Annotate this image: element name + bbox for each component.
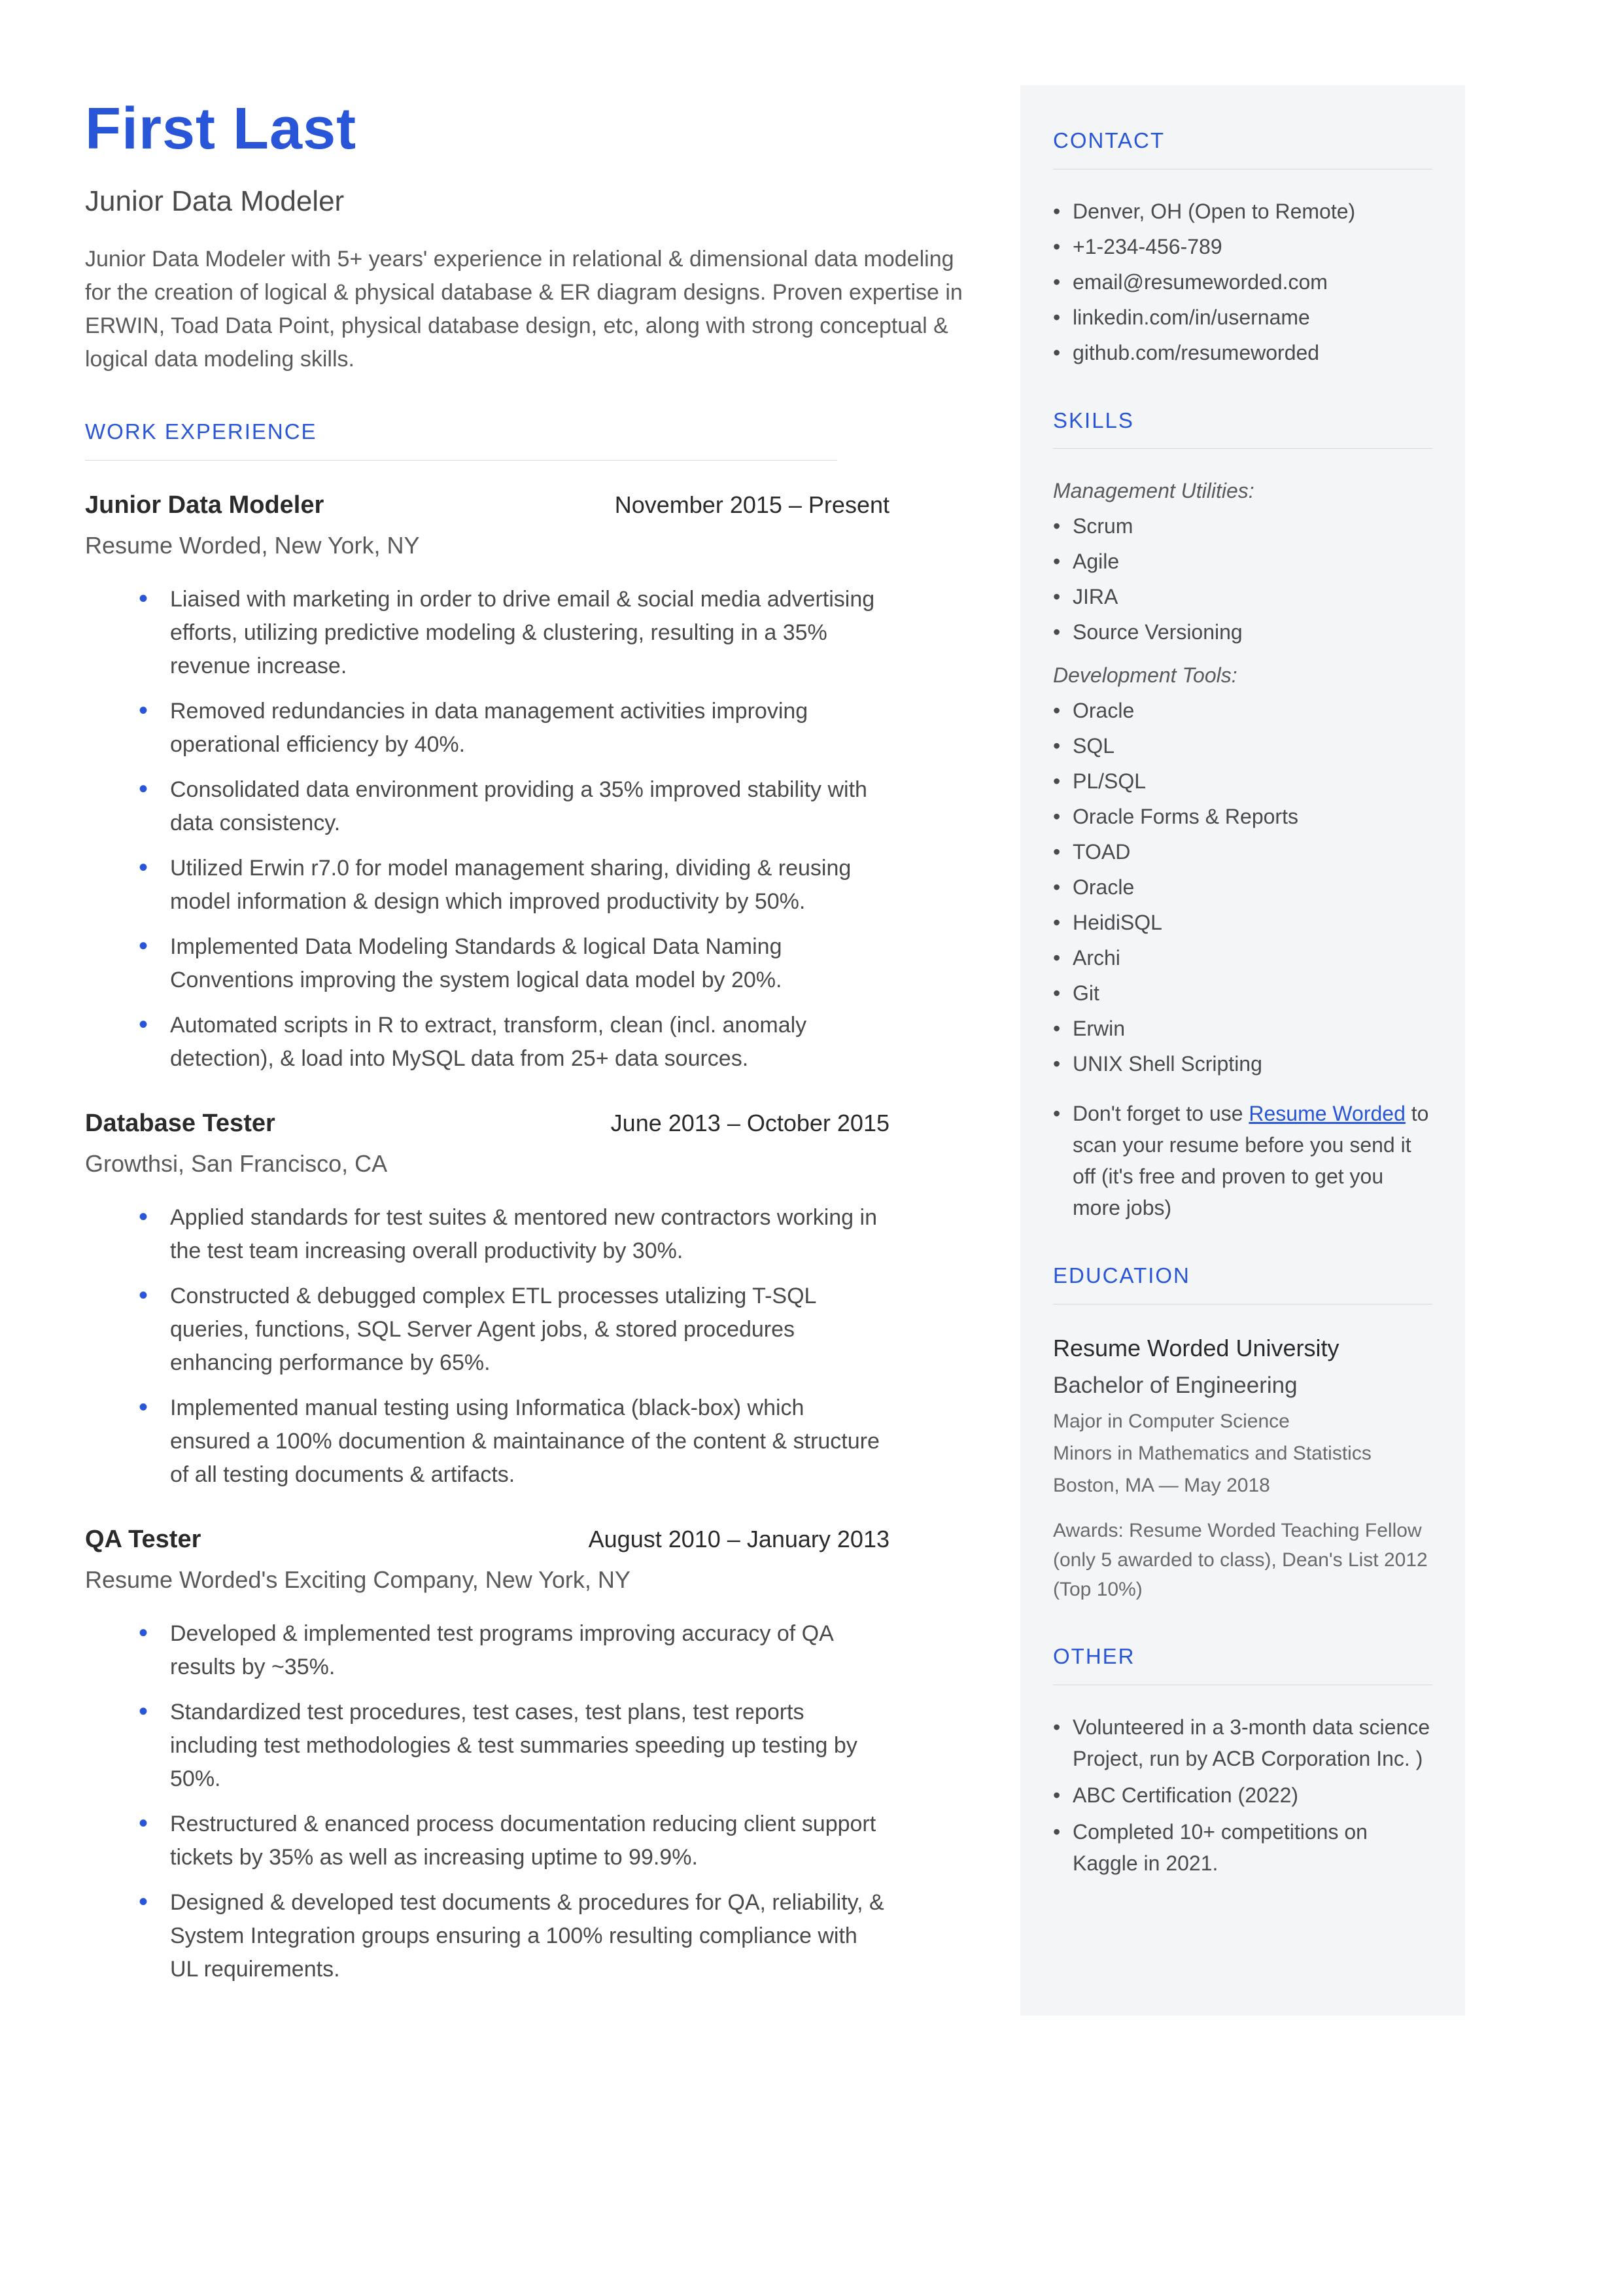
edu-minors: Minors in Mathematics and Statistics <box>1053 1439 1432 1468</box>
jobs-container: Junior Data Modeler November 2015 – Prese… <box>85 487 968 1986</box>
education-block: EDUCATION Resume Worded University Bache… <box>1053 1259 1432 1604</box>
contact-list: Denver, OH (Open to Remote) +1-234-456-78… <box>1053 196 1432 368</box>
job-bullet: Removed redundancies in data management … <box>170 695 890 762</box>
contact-item: github.com/resumeworded <box>1053 337 1432 368</box>
job-entry: Junior Data Modeler November 2015 – Prese… <box>85 487 968 1076</box>
contact-item: Denver, OH (Open to Remote) <box>1053 196 1432 227</box>
job-date: November 2015 – Present <box>615 487 890 523</box>
work-experience-heading: WORK EXPERIENCE <box>85 415 968 448</box>
other-item: Completed 10+ competitions on Kaggle in … <box>1053 1816 1432 1879</box>
sidebar-column: CONTACT Denver, OH (Open to Remote) +1-23… <box>1020 85 1465 2016</box>
job-company: Resume Worded's Exciting Company, New Yo… <box>85 1562 968 1598</box>
note-pre: Don't forget to use <box>1073 1102 1249 1125</box>
other-item: ABC Certification (2022) <box>1053 1779 1432 1811</box>
skill-item: PL/SQL <box>1053 765 1432 797</box>
skill-item: Oracle Forms & Reports <box>1053 801 1432 832</box>
skills-group2-list: Oracle SQLPL/SQL Oracle Forms & Reports TOA… <box>1053 695 1432 1079</box>
skills-group1-list: Scrum Agile JIRA Source Versioning <box>1053 510 1432 648</box>
skill-item: JIRA <box>1053 581 1432 612</box>
education-heading: EDUCATION <box>1053 1259 1432 1292</box>
contact-item: email@resumeworded.com <box>1053 266 1432 298</box>
other-block: OTHER Volunteered in a 3-month data scie… <box>1053 1640 1432 1879</box>
job-bullet: Consolidated data environment providing … <box>170 773 890 840</box>
other-list: Volunteered in a 3-month data science Pr… <box>1053 1711 1432 1879</box>
edu-location: Boston, MA — May 2018 <box>1053 1471 1432 1500</box>
divider <box>85 460 837 461</box>
job-title: Junior Data Modeler <box>85 487 324 524</box>
skills-group1-label: Management Utilities: <box>1053 475 1432 506</box>
job-bullets: Liaised with marketing in order to drive… <box>85 583 890 1076</box>
skill-item: Git <box>1053 977 1432 1009</box>
edu-degree: Bachelor of Engineering <box>1053 1369 1432 1403</box>
skill-item: Archi <box>1053 942 1432 973</box>
skills-block: SKILLS Management Utilities: Scrum Agile J… <box>1053 404 1432 1224</box>
skill-item: Oracle <box>1053 695 1432 726</box>
job-company: Growthsi, San Francisco, CA <box>85 1146 968 1182</box>
job-bullets: Developed & implemented test programs im… <box>85 1617 890 1986</box>
other-heading: OTHER <box>1053 1640 1432 1673</box>
skills-group2-label: Development Tools: <box>1053 659 1432 691</box>
contact-item: linkedin.com/in/username <box>1053 302 1432 333</box>
job-title: QA Tester <box>85 1521 201 1558</box>
edu-awards: Awards: Resume Worded Teaching Fellow (o… <box>1053 1516 1432 1604</box>
job-header: Junior Data Modeler November 2015 – Prese… <box>85 487 890 524</box>
job-bullet: Automated scripts in R to extract, trans… <box>170 1009 890 1076</box>
job-header: QA Tester August 2010 – January 2013 <box>85 1521 890 1558</box>
divider <box>1053 448 1432 449</box>
candidate-title: Junior Data Modeler <box>85 180 968 223</box>
contact-block: CONTACT Denver, OH (Open to Remote) +1-23… <box>1053 124 1432 368</box>
skill-item: Source Versioning <box>1053 616 1432 648</box>
skill-item: Scrum <box>1053 510 1432 542</box>
job-company: Resume Worded, New York, NY <box>85 528 968 563</box>
candidate-summary: Junior Data Modeler with 5+ years' exper… <box>85 243 968 376</box>
contact-heading: CONTACT <box>1053 124 1432 157</box>
skill-item: Erwin <box>1053 1013 1432 1044</box>
skills-heading: SKILLS <box>1053 404 1432 437</box>
job-title: Database Tester <box>85 1105 275 1142</box>
job-bullet: Developed & implemented test programs im… <box>170 1617 890 1684</box>
job-entry: Database Tester June 2013 – October 2015 G… <box>85 1105 968 1492</box>
job-bullet: Liaised with marketing in order to drive… <box>170 583 890 683</box>
skills-note: Don't forget to use Resume Worded to sca… <box>1053 1098 1432 1223</box>
job-bullet: Designed & developed test documents & pr… <box>170 1886 890 1986</box>
edu-school: Resume Worded University <box>1053 1331 1432 1366</box>
job-bullets: Applied standards for test suites & ment… <box>85 1201 890 1492</box>
job-date: August 2010 – January 2013 <box>589 1522 890 1557</box>
job-bullet: Standardized test procedures, test cases… <box>170 1696 890 1796</box>
job-date: June 2013 – October 2015 <box>611 1106 890 1141</box>
job-entry: QA Tester August 2010 – January 2013 Resum… <box>85 1521 968 1986</box>
edu-major: Major in Computer Science <box>1053 1407 1432 1436</box>
skill-item: TOAD <box>1053 836 1432 867</box>
job-bullet: Utilized Erwin r7.0 for model management… <box>170 852 890 919</box>
skill-item: SQL <box>1053 730 1432 762</box>
skill-item: Oracle <box>1053 871 1432 903</box>
divider <box>1053 1304 1432 1305</box>
skill-item: HeidiSQL <box>1053 907 1432 938</box>
job-header: Database Tester June 2013 – October 2015 <box>85 1105 890 1142</box>
job-bullet: Implemented Data Modeling Standards & lo… <box>170 930 890 997</box>
job-bullet: Constructed & debugged complex ETL proce… <box>170 1280 890 1380</box>
skill-item: Agile <box>1053 546 1432 577</box>
resume-worded-link[interactable]: Resume Worded <box>1249 1102 1406 1125</box>
job-bullet: Restructured & enanced process documenta… <box>170 1808 890 1874</box>
job-bullet: Implemented manual testing using Informa… <box>170 1392 890 1492</box>
main-column: First Last Junior Data Modeler Junior Da… <box>85 85 968 2016</box>
candidate-name: First Last <box>85 85 968 173</box>
skill-item: UNIX Shell Scripting <box>1053 1048 1432 1079</box>
contact-item: +1-234-456-789 <box>1053 231 1432 262</box>
job-bullet: Applied standards for test suites & ment… <box>170 1201 890 1268</box>
other-item: Volunteered in a 3-month data science Pr… <box>1053 1711 1432 1774</box>
